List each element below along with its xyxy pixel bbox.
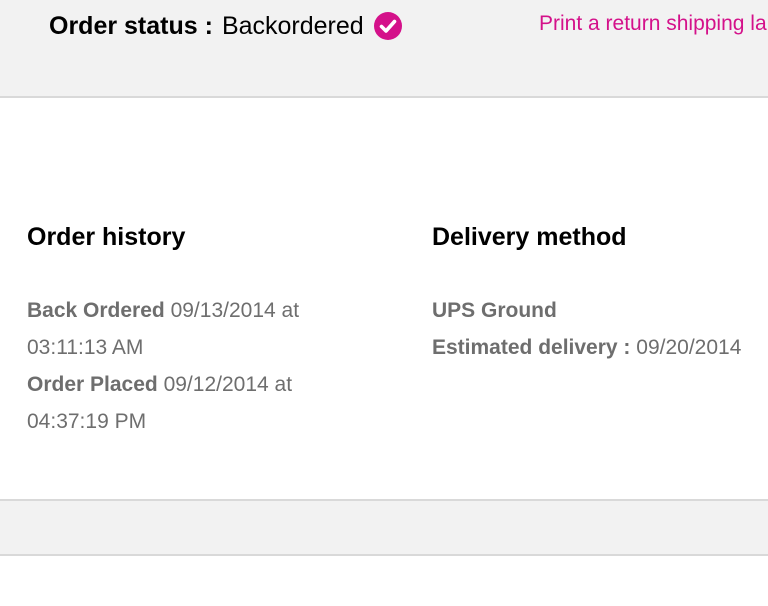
order-status-value: Backordered — [221, 11, 364, 40]
delivery-method-name: UPS Ground — [432, 292, 768, 329]
history-entry-label: Order Placed — [27, 373, 158, 396]
delivery-method-value: UPS Ground — [432, 299, 557, 322]
estimated-delivery-label: Estimated delivery : — [432, 336, 631, 359]
estimated-delivery: Estimated delivery : 09/20/2014 — [432, 329, 768, 366]
history-entry-order-placed: Order Placed 09/12/2014 at 04:37:19 PM — [27, 366, 367, 440]
order-status: Order status : Backordered — [49, 8, 403, 44]
delivery-method-info: UPS Ground Estimated delivery : 09/20/20… — [432, 292, 768, 366]
order-history-list: Back Ordered 09/13/2014 at 03:11:13 AM O… — [27, 292, 367, 440]
history-entry-backordered: Back Ordered 09/13/2014 at 03:11:13 AM — [27, 292, 367, 366]
print-return-label-link[interactable]: Print a return shipping label — [539, 12, 768, 36]
history-entry-label: Back Ordered — [27, 299, 165, 322]
delivery-method-title: Delivery method — [432, 223, 627, 251]
estimated-delivery-date: 09/20/2014 — [636, 336, 742, 359]
order-history-title: Order history — [27, 223, 186, 251]
order-status-label: Order status : — [49, 11, 213, 40]
footer-divider-band — [0, 499, 768, 556]
order-status-header: Order status : Backordered Print a retur… — [0, 0, 768, 98]
check-circle-icon — [373, 12, 402, 40]
